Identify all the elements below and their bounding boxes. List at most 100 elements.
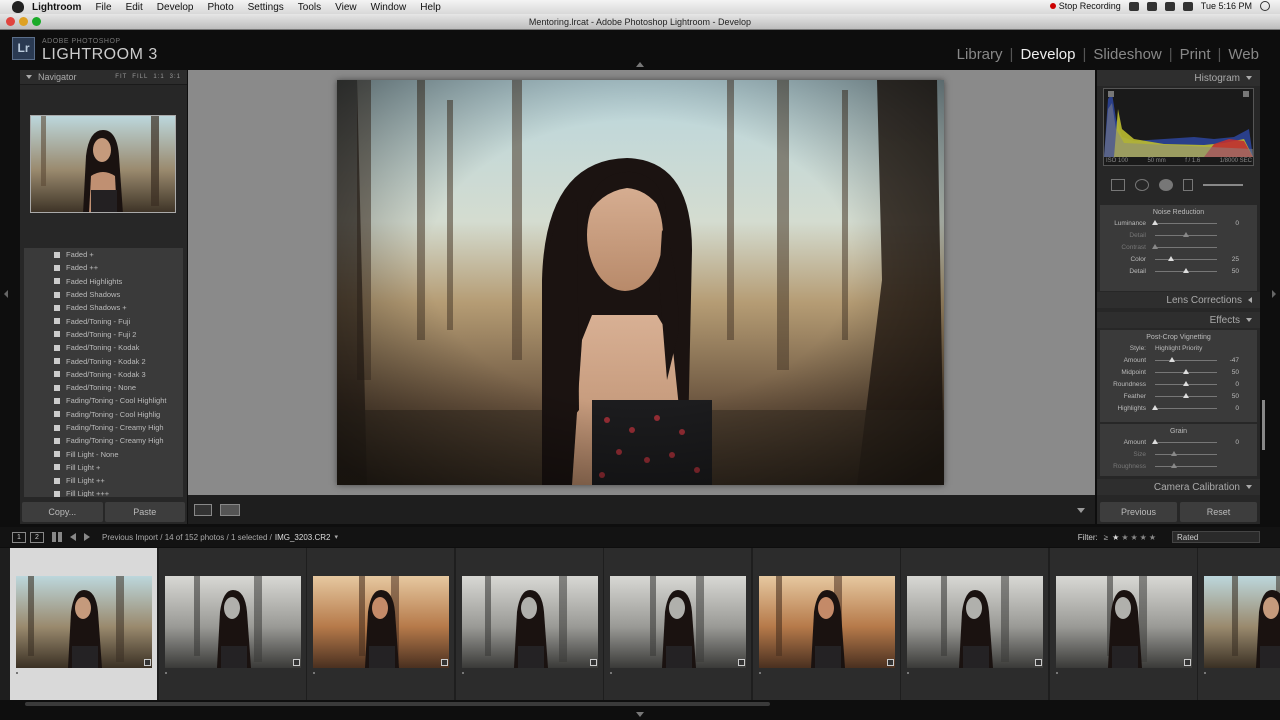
back-arrow-icon[interactable] [70, 533, 76, 541]
slider-thumb[interactable] [1183, 392, 1189, 398]
menu-lightroom[interactable]: Lightroom [32, 2, 81, 13]
preset-item[interactable]: Faded/Toning - Fuji 2 [24, 328, 183, 341]
slider-thumb[interactable] [1170, 462, 1177, 468]
slider-value[interactable]: 25 [1217, 256, 1247, 263]
slider-value[interactable]: 50 [1217, 393, 1247, 400]
apple-icon[interactable] [12, 1, 24, 13]
secondary-screen-button[interactable]: 2 [30, 531, 44, 543]
slider-track[interactable] [1152, 404, 1217, 410]
selected-filename[interactable]: IMG_3203.CR2 [275, 533, 331, 542]
slider-track[interactable] [1155, 462, 1217, 468]
preset-item[interactable]: Faded/Toning - Fuji [24, 314, 183, 327]
scrollbar-thumb[interactable] [25, 702, 770, 706]
preset-item[interactable]: Faded + [24, 248, 183, 261]
toolbar-menu-icon[interactable] [1077, 508, 1085, 513]
loupe-view-icon[interactable] [194, 504, 212, 516]
star-icon[interactable]: ★ [1112, 533, 1121, 542]
slider-value[interactable]: 0 [1217, 381, 1247, 388]
collapse-bottom-panel-icon[interactable] [636, 712, 644, 717]
main-photo[interactable] [337, 80, 944, 485]
slider-track[interactable] [1155, 450, 1217, 456]
preset-item[interactable]: Faded Shadows + [24, 301, 183, 314]
histogram-header[interactable]: Histogram [1097, 70, 1260, 86]
menu-view[interactable]: View [335, 2, 357, 13]
preset-item[interactable]: Faded ++ [24, 261, 183, 274]
reset-button[interactable]: Reset [1180, 502, 1257, 522]
filmstrip-thumbnail[interactable] [901, 548, 1048, 700]
filmstrip-thumbnail[interactable] [158, 548, 306, 700]
module-slideshow[interactable]: Slideshow [1086, 46, 1168, 63]
right-panel-toggle-icon[interactable] [1272, 290, 1276, 298]
source-dropdown-icon[interactable]: ▾ [334, 533, 338, 541]
star-rating-filter[interactable]: ★★★★★ [1112, 533, 1158, 542]
navigator-header[interactable]: Navigator FIT FILL 1:1 3:1 [20, 70, 187, 85]
effects-header[interactable]: Effects [1097, 312, 1260, 328]
status-icon[interactable] [1146, 1, 1157, 11]
filmstrip-thumbnail[interactable] [604, 548, 751, 700]
preset-item[interactable]: Fading/Toning - Creamy High [24, 434, 183, 447]
slider-thumb[interactable] [1183, 231, 1189, 237]
preset-item[interactable]: Faded/Toning - Kodak 2 [24, 354, 183, 367]
slider-thumb[interactable] [1168, 356, 1175, 362]
menu-photo[interactable]: Photo [208, 2, 234, 13]
zoom-fit[interactable]: FIT [115, 74, 127, 80]
zoom-3-1[interactable]: 3:1 [170, 74, 181, 80]
histogram[interactable]: ISO 100 50 mm f / 1.6 1/8000 SEC [1103, 88, 1254, 166]
slider-track[interactable] [1152, 243, 1217, 249]
slider-thumb[interactable] [1152, 438, 1158, 444]
zoom-window-icon[interactable] [32, 17, 41, 26]
crop-tool-icon[interactable] [1111, 179, 1125, 191]
menu-edit[interactable]: Edit [126, 2, 143, 13]
menu-help[interactable]: Help [420, 2, 441, 13]
slider-track[interactable] [1152, 438, 1217, 444]
forward-arrow-icon[interactable] [84, 533, 90, 541]
filmstrip-thumbnail[interactable] [1049, 548, 1197, 700]
preset-item[interactable]: Fill Light +++ [24, 487, 183, 497]
spotlight-search-icon[interactable] [1260, 1, 1270, 11]
lens-corrections-header[interactable]: Lens Corrections [1097, 292, 1260, 308]
paste-button[interactable]: Paste [104, 502, 185, 522]
filter-preset-select[interactable]: Rated [1172, 531, 1260, 543]
zoom-fill[interactable]: FILL [132, 74, 148, 80]
slider-track[interactable] [1155, 255, 1217, 261]
star-icon[interactable]: ★ [1149, 533, 1158, 542]
filmstrip-thumbnail[interactable] [1198, 548, 1280, 700]
close-window-icon[interactable] [6, 17, 15, 26]
preset-item[interactable]: Fill Light + [24, 461, 183, 474]
filmstrip-scrollbar[interactable] [0, 700, 1280, 720]
preset-item[interactable]: Fading/Toning - Creamy High [24, 421, 183, 434]
graduated-filter-icon[interactable] [1183, 179, 1193, 191]
image-canvas[interactable] [188, 70, 1095, 495]
filmstrip-thumbnail[interactable] [307, 548, 454, 700]
right-panel-scrollbar[interactable] [1262, 400, 1265, 450]
slider-value[interactable]: -47 [1217, 357, 1247, 364]
left-panel-toggle-icon[interactable] [4, 290, 8, 298]
previous-button[interactable]: Previous [1100, 502, 1177, 522]
preset-item[interactable]: Fading/Toning - Cool Highlight [24, 394, 183, 407]
slider-track[interactable] [1152, 219, 1217, 225]
star-icon[interactable]: ★ [1130, 533, 1139, 542]
module-develop[interactable]: Develop [1013, 46, 1082, 63]
grid-view-icon[interactable] [52, 532, 62, 542]
navigator-preview[interactable] [30, 115, 176, 213]
filter-operator[interactable]: ≥ [1104, 533, 1108, 542]
slider-value[interactable]: 0 [1217, 220, 1247, 227]
module-library[interactable]: Library [950, 46, 1010, 63]
slider-track[interactable] [1155, 267, 1217, 273]
wifi-icon[interactable] [1164, 1, 1175, 11]
slider-thumb[interactable] [1183, 267, 1189, 273]
menu-tools[interactable]: Tools [298, 2, 321, 13]
menubar-clock[interactable]: Tue 5:16 PM [1201, 1, 1252, 11]
menu-settings[interactable]: Settings [248, 2, 284, 13]
slider-track[interactable] [1155, 231, 1217, 237]
menu-develop[interactable]: Develop [157, 2, 194, 13]
slider-thumb[interactable] [1167, 255, 1174, 261]
preset-item[interactable]: Faded/Toning - Kodak [24, 341, 183, 354]
slider-value[interactable]: 50 [1217, 369, 1247, 376]
slider-thumb[interactable] [1170, 450, 1177, 456]
slider-track[interactable] [1155, 368, 1217, 374]
minimize-window-icon[interactable] [19, 17, 28, 26]
preset-item[interactable]: Fading/Toning - Cool Highlig [24, 408, 183, 421]
main-screen-button[interactable]: 1 [12, 531, 26, 543]
slider-track[interactable] [1155, 392, 1217, 398]
